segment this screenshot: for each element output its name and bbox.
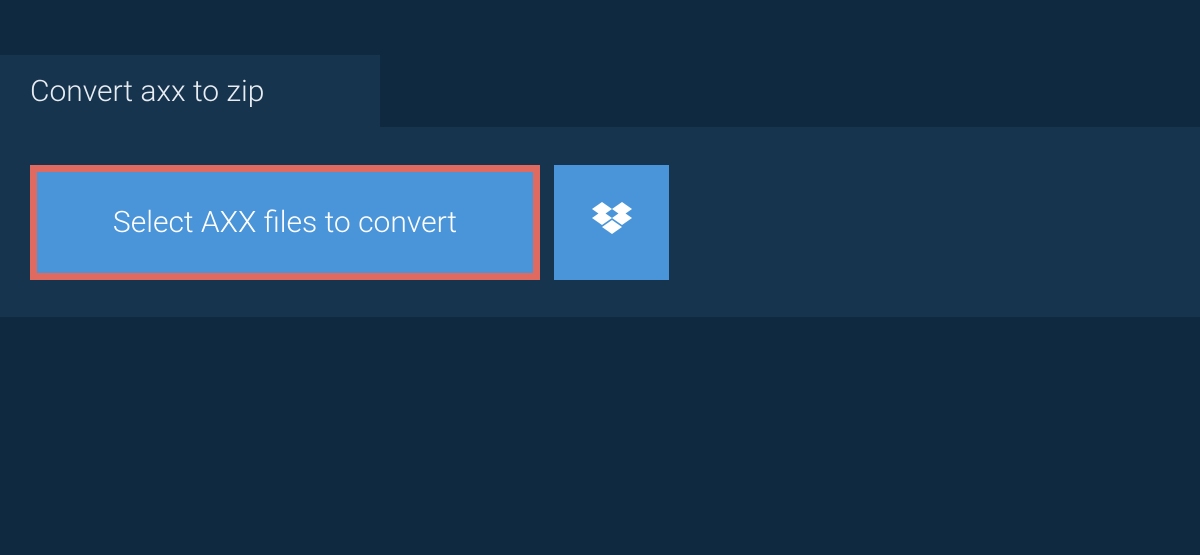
content-panel: Select AXX files to convert (0, 127, 1200, 317)
dropbox-icon (592, 202, 632, 242)
tab-title: Convert axx to zip (30, 74, 264, 109)
tab-header[interactable]: Convert axx to zip (0, 55, 380, 127)
select-files-label: Select AXX files to convert (113, 205, 457, 240)
select-files-button[interactable]: Select AXX files to convert (30, 165, 540, 280)
dropbox-button[interactable] (554, 165, 669, 280)
